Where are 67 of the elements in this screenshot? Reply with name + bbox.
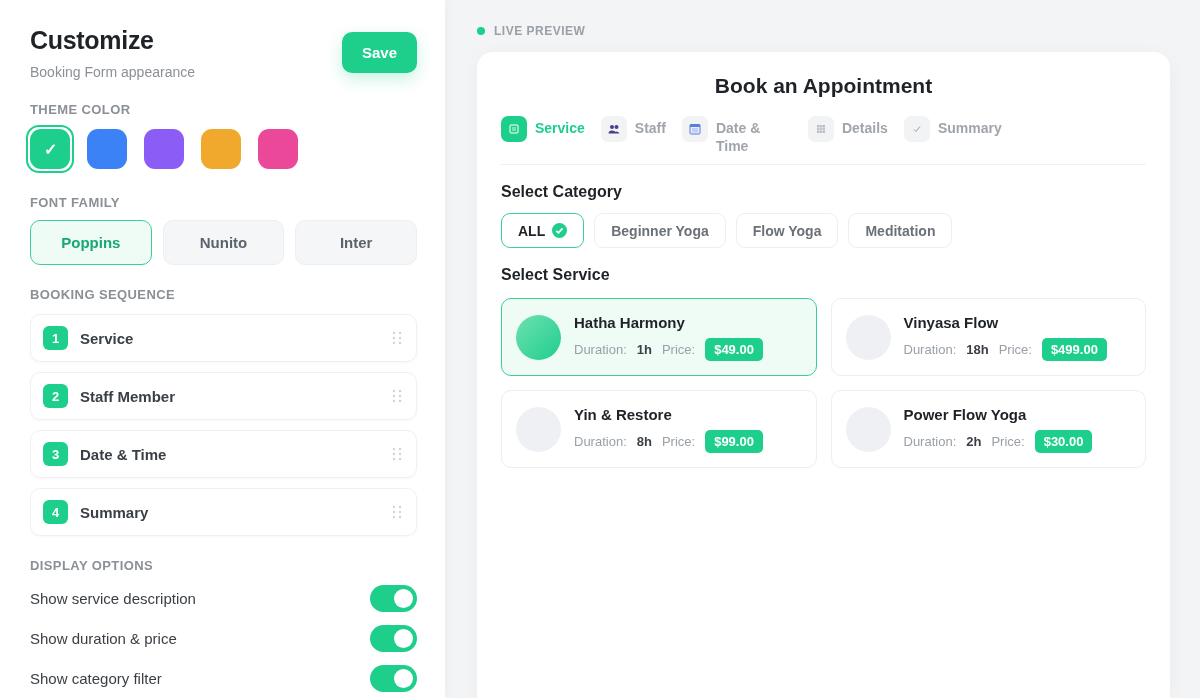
check-icon (552, 223, 568, 238)
meta-label: Price: (991, 433, 1025, 449)
price-badge: $99.00 (705, 429, 763, 453)
font-option[interactable]: Inter (295, 220, 417, 265)
price-badge: $499.00 (1041, 337, 1107, 361)
service-name: Hatha Harmony (574, 313, 686, 331)
meta-label: Duration: (903, 433, 957, 449)
people-icon (607, 124, 620, 134)
service-name: Yin & Restore (574, 405, 673, 423)
meta-label: Duration: (574, 341, 627, 357)
service-card[interactable]: Vinyasa Flow Duration: 18h Price: $499.00 (830, 298, 1146, 376)
section-title: Select Category (501, 183, 623, 201)
category-chip[interactable]: Meditation (848, 213, 953, 248)
step-number: 1 (43, 326, 68, 350)
section-heading: FONT FAMILY (30, 195, 121, 210)
category-chip[interactable]: ALL (501, 213, 585, 248)
duration-value: 1h (636, 341, 652, 357)
meta-label: Duration: (574, 433, 627, 449)
service-avatar-icon (516, 314, 561, 360)
meta-label: Price: (661, 341, 696, 357)
sequence-item[interactable]: 3 Date & Time (30, 430, 417, 478)
drag-handle-icon[interactable] (392, 505, 402, 519)
panel-title: Customize (30, 26, 155, 55)
meta-label: Price: (661, 433, 696, 449)
font-option[interactable]: Poppins (30, 220, 152, 265)
sequence-item[interactable]: 4 Summary (30, 488, 417, 536)
preview-label: LIVE PREVIEW (494, 24, 586, 38)
price-badge: $30.00 (1034, 429, 1093, 453)
meta-label: Price: (998, 341, 1032, 357)
toggle-switch[interactable] (370, 625, 417, 652)
service-card[interactable]: Hatha Harmony Duration: 1h Price: $49.00 (501, 298, 817, 376)
drag-handle-icon[interactable] (392, 447, 402, 461)
section-title: Select Service (501, 266, 611, 284)
service-name: Vinyasa Flow (903, 313, 1000, 331)
step-number: 3 (43, 442, 68, 466)
category-chip[interactable]: Flow Yoga (735, 213, 839, 248)
grid-icon (815, 124, 826, 134)
font-option[interactable]: Nunito (162, 220, 285, 265)
drag-handle-icon[interactable] (392, 331, 402, 345)
drag-handle-icon[interactable] (392, 389, 402, 403)
service-card[interactable]: Power Flow Yoga Duration: 2h Price: $30.00 (830, 390, 1146, 468)
section-heading: DISPLAY OPTIONS (30, 558, 155, 573)
form-title: Book an Appointment (713, 74, 934, 98)
meta-label: Duration: (903, 341, 957, 357)
option-label: Show category filter (30, 670, 162, 687)
duration-value: 2h (966, 433, 982, 449)
list-icon (509, 124, 519, 134)
section-heading: THEME COLOR (30, 102, 132, 117)
duration-value: 8h (636, 433, 652, 449)
option-label: Show service description (30, 590, 196, 607)
sequence-item[interactable]: 1 Service (30, 314, 417, 362)
category-chip[interactable]: Beginner Yoga (594, 213, 726, 248)
step-number: 2 (43, 384, 68, 408)
option-label: Show duration & price (30, 630, 177, 647)
service-card[interactable]: Yin & Restore Duration: 8h Price: $99.00 (501, 390, 817, 468)
duration-value: 18h (966, 341, 989, 357)
check-icon (911, 124, 922, 134)
service-name: Power Flow Yoga (903, 405, 1028, 423)
calendar-icon (688, 123, 701, 135)
toggle-switch[interactable] (370, 585, 417, 612)
panel-subtitle: Booking Form appearance (30, 64, 195, 80)
section-heading: BOOKING SEQUENCE (30, 287, 177, 302)
sequence-item[interactable]: 2 Staff Member (30, 372, 417, 420)
price-badge: $49.00 (705, 337, 763, 361)
live-dot-icon (477, 27, 485, 35)
step-number: 4 (43, 500, 68, 524)
toggle-switch[interactable] (370, 665, 417, 692)
